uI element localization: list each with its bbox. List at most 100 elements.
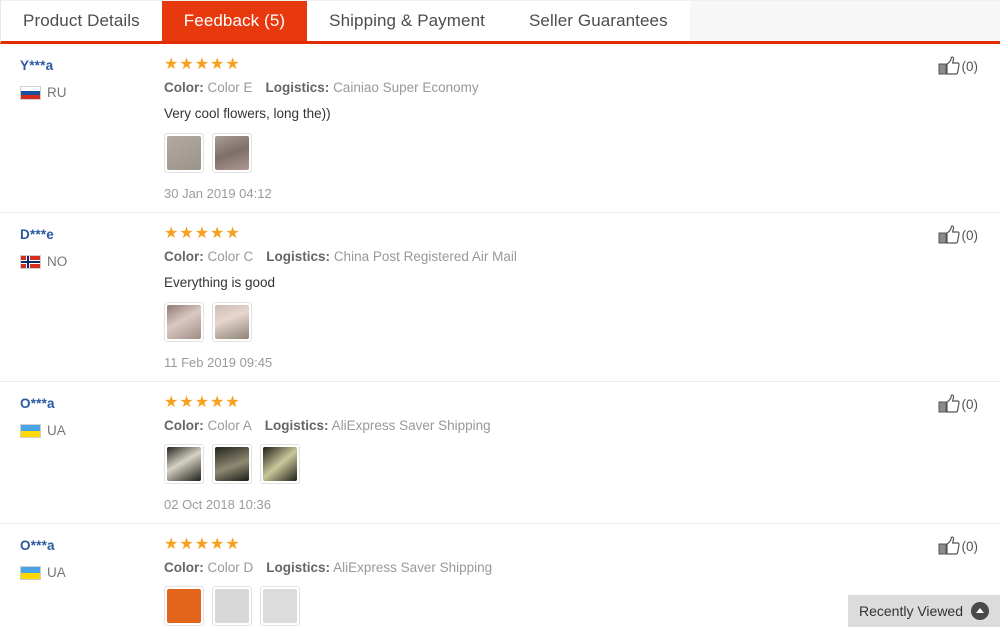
review-photo-2[interactable] (212, 586, 252, 626)
country-flag-icon (20, 423, 41, 438)
reviewer-name[interactable]: O***a (20, 537, 164, 555)
review-text: Everything is good (164, 275, 276, 290)
reviewer-country: UA (20, 565, 164, 580)
star-rating: ★★★★★ (164, 225, 241, 242)
photo-image (215, 589, 249, 623)
star-rating: ★★★★★ (164, 394, 241, 411)
review-attributes: Color: Color D Logistics: AliExpress Save… (164, 558, 980, 578)
review-attributes: Color: Color A Logistics: AliExpress Save… (164, 416, 980, 436)
review-item: Y***a RU ★★★★★ Color: Color E Logistics: Cai… (0, 44, 1000, 213)
thumbs-up-icon[interactable] (938, 536, 960, 556)
page-root: Product Details Feedback (5) Shipping & Pa… (0, 0, 1000, 627)
color-value: Color C (207, 249, 254, 264)
color-value: Color A (207, 418, 252, 433)
color-key: Color: (164, 249, 204, 264)
reviewer-country: NO (20, 254, 164, 269)
review-date: 30 Jan 2019 04:12 (164, 186, 272, 201)
reviewer-block: O***a UA (20, 394, 164, 513)
helpful-count: (0) (961, 538, 979, 554)
review-photo-2[interactable] (212, 444, 252, 484)
helpful-vote-button[interactable]: (0) (938, 225, 979, 245)
country-flag-icon (20, 254, 41, 269)
product-tab-bar: Product Details Feedback (5) Shipping & Pa… (0, 0, 1000, 44)
color-value: Color D (207, 560, 254, 575)
review-text: Very cool flowers, long the)) (164, 106, 331, 121)
recently-viewed-label: Recently Viewed (858, 603, 964, 619)
star-rating: ★★★★★ (164, 536, 241, 553)
country-flag-icon (20, 85, 41, 100)
helpful-vote-button[interactable]: (0) (938, 394, 979, 414)
review-attributes: Color: Color E Logistics: Cainiao Super E… (164, 78, 980, 98)
country-code-label: RU (47, 85, 67, 100)
review-photo-3[interactable] (260, 586, 300, 626)
logistics-key: Logistics: (266, 249, 331, 264)
review-body: ★★★★★ Color: Color C Logistics: China Post… (164, 225, 980, 371)
photo-image (263, 589, 297, 623)
review-photo-2[interactable] (212, 133, 252, 173)
logistics-key: Logistics: (264, 418, 329, 433)
logistics-value: AliExpress Saver Shipping (331, 418, 491, 433)
photo-image (263, 447, 297, 481)
photo-image (215, 136, 249, 170)
review-photo-strip (164, 444, 980, 484)
review-photo-strip (164, 133, 980, 173)
review-date: 02 Oct 2018 10:36 (164, 497, 271, 512)
country-code-label: NO (47, 254, 68, 269)
review-photo-1[interactable] (164, 133, 204, 173)
review-date: 11 Feb 2019 09:45 (164, 355, 273, 370)
photo-image (215, 447, 249, 481)
reviewer-name[interactable]: Y***a (20, 57, 164, 75)
review-body: ★★★★★ Color: Color E Logistics: Cainiao Su… (164, 56, 980, 202)
tab-seller-guarantees[interactable]: Seller Guarantees (506, 1, 690, 41)
review-photo-1[interactable] (164, 302, 204, 342)
helpful-vote-button[interactable]: (0) (938, 56, 979, 76)
review-body: ★★★★★ Color: Color A Logistics: AliExpress… (164, 394, 980, 513)
reviewer-name[interactable]: O***a (20, 395, 164, 413)
review-photo-strip (164, 302, 980, 342)
logistics-key: Logistics: (266, 560, 331, 575)
reviewer-block: O***a UA (20, 536, 164, 626)
tab-product-details[interactable]: Product Details (1, 1, 162, 41)
review-item: O***a UA ★★★★★ Color: Color A Logistics: Ali… (0, 382, 1000, 524)
reviewer-country: RU (20, 85, 164, 100)
helpful-count: (0) (961, 396, 979, 412)
photo-image (167, 136, 201, 170)
color-key: Color: (164, 80, 204, 95)
review-photo-1[interactable] (164, 444, 204, 484)
logistics-value: Cainiao Super Economy (333, 80, 479, 95)
thumbs-up-icon[interactable] (938, 56, 960, 76)
logistics-key: Logistics: (265, 80, 330, 95)
review-attributes: Color: Color C Logistics: China Post Regi… (164, 247, 980, 267)
chevron-up-icon[interactable] (971, 602, 990, 620)
reviewer-name[interactable]: D***e (20, 226, 164, 244)
photo-image (215, 305, 249, 339)
star-rating: ★★★★★ (164, 56, 241, 73)
helpful-count: (0) (961, 58, 979, 74)
review-photo-2[interactable] (212, 302, 252, 342)
photo-image (167, 305, 201, 339)
reviewer-block: Y***a RU (20, 56, 164, 202)
reviewer-country: UA (20, 423, 164, 438)
review-photo-3[interactable] (260, 444, 300, 484)
color-key: Color: (164, 418, 204, 433)
tab-feedback[interactable]: Feedback (5) (161, 1, 308, 41)
color-value: Color E (207, 80, 253, 95)
tab-shipping-payment[interactable]: Shipping & Payment (307, 1, 507, 41)
review-photo-1[interactable] (164, 586, 204, 626)
country-code-label: UA (47, 565, 66, 580)
country-flag-icon (20, 565, 41, 580)
helpful-vote-button[interactable]: (0) (938, 536, 979, 556)
thumbs-up-icon[interactable] (938, 225, 960, 245)
thumbs-up-icon[interactable] (938, 394, 960, 414)
logistics-value: AliExpress Saver Shipping (333, 560, 493, 575)
helpful-count: (0) (961, 227, 979, 243)
photo-image (167, 589, 201, 623)
photo-image (167, 447, 201, 481)
feedback-review-list: Y***a RU ★★★★★ Color: Color E Logistics: Cai… (0, 44, 1000, 627)
recently-viewed-bar[interactable]: Recently Viewed (848, 595, 1000, 627)
logistics-value: China Post Registered Air Mail (333, 249, 517, 264)
reviewer-block: D***e NO (20, 225, 164, 371)
color-key: Color: (164, 560, 204, 575)
country-code-label: UA (47, 423, 66, 438)
review-item: D***e NO ★★★★★ Color: Color C Logistics: Chi… (0, 213, 1000, 382)
